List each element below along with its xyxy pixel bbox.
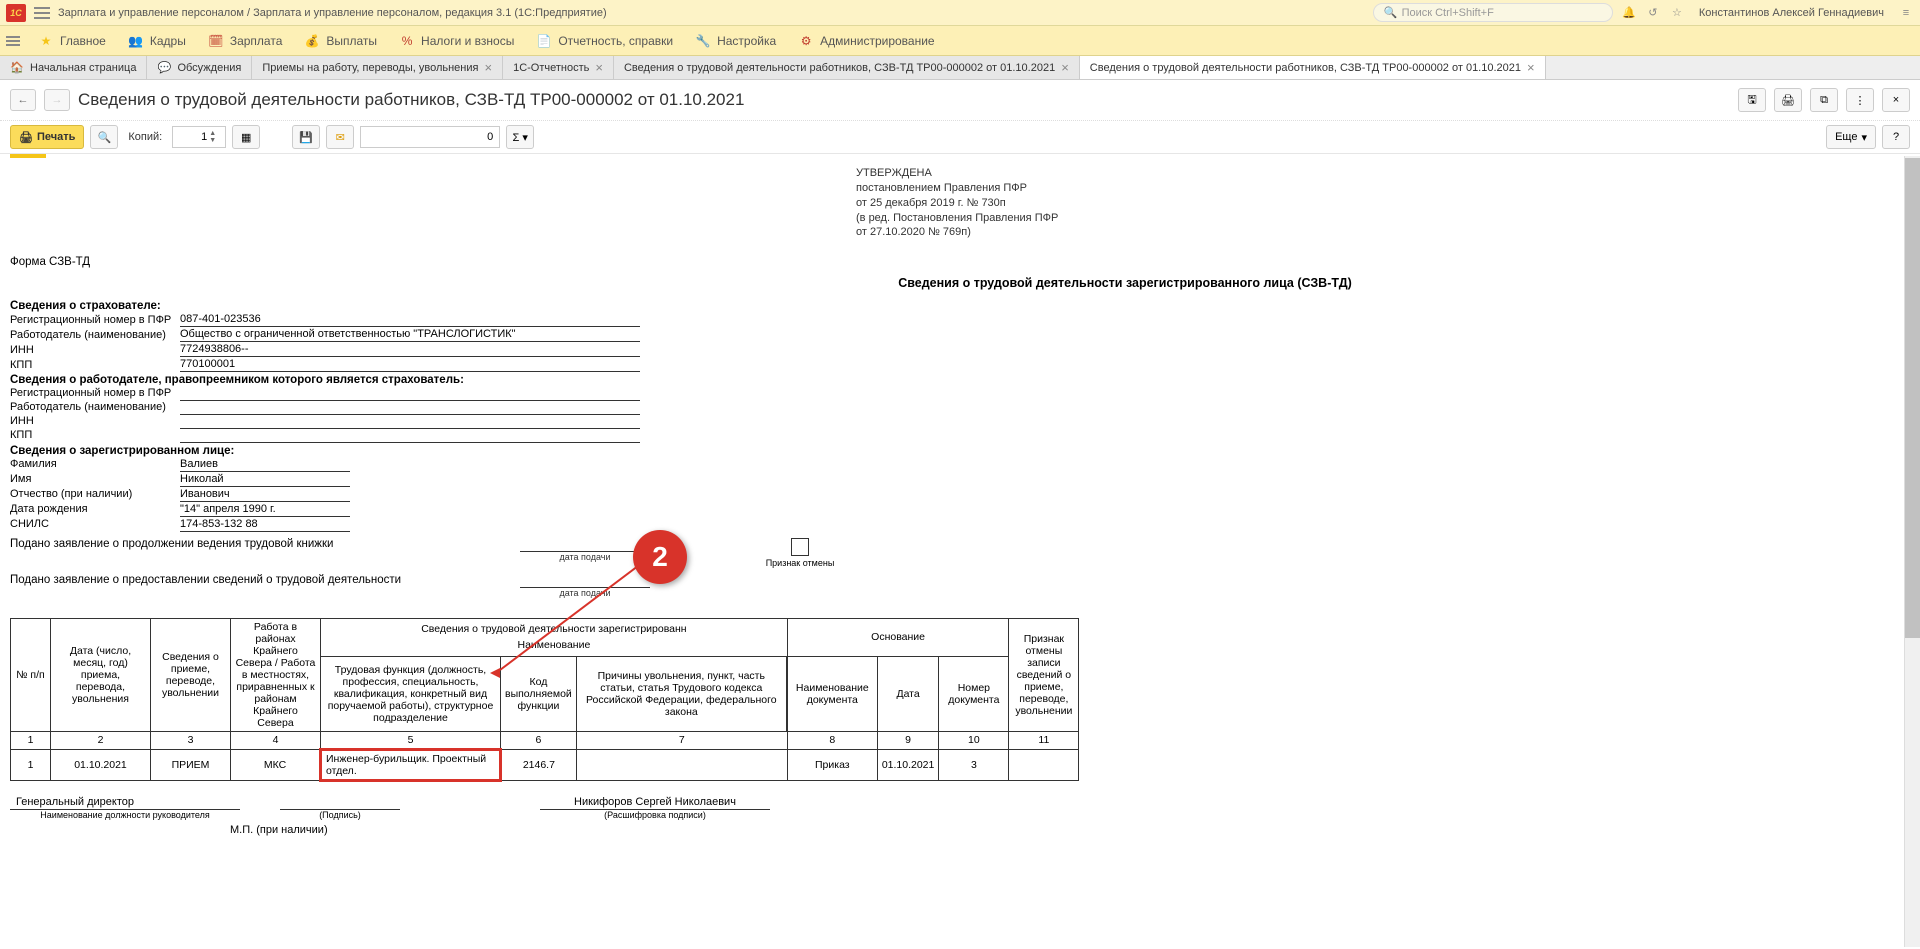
- tab-szvtd-2[interactable]: Сведения о трудовой деятельности работни…: [1080, 56, 1546, 79]
- sigma-button[interactable]: Σ ▾: [506, 125, 534, 149]
- menu-zarplata[interactable]: 🗓Зарплата: [198, 29, 293, 53]
- bell-icon[interactable]: 🔔: [1621, 5, 1637, 21]
- cancel-checkbox[interactable]: [791, 538, 809, 556]
- mail-button[interactable]: ✉: [326, 125, 354, 149]
- menu-nalogi[interactable]: %Налоги и взносы: [389, 29, 524, 53]
- mp-label: М.П. (при наличии): [230, 824, 1910, 836]
- back-button[interactable]: ←: [10, 89, 36, 111]
- statement-1: Подано заявление о продолжении ведения т…: [10, 538, 510, 550]
- menu-burger-icon[interactable]: [6, 36, 20, 46]
- close-icon[interactable]: ×: [1527, 60, 1535, 75]
- tab-szvtd-1[interactable]: Сведения о трудовой деятельности работни…: [614, 56, 1080, 79]
- director-position: Генеральный директор: [10, 796, 240, 810]
- menu-otchet[interactable]: 📄Отчетность, справки: [526, 29, 683, 53]
- section-person: Сведения о зарегистрированном лице:: [10, 445, 1910, 457]
- menu-admin[interactable]: ⚙Администрирование: [788, 29, 944, 53]
- printer-icon: 🖨: [19, 131, 33, 144]
- forward-button[interactable]: →: [44, 89, 70, 111]
- section-predecessor: Сведения о работодателе, правопреемником…: [10, 374, 1910, 386]
- more-button[interactable]: Еще ▾: [1826, 125, 1876, 149]
- star-fill-icon: ★: [38, 33, 54, 49]
- menu-vyplaty[interactable]: 💰Выплаты: [294, 29, 387, 53]
- collapse-icon[interactable]: ≡: [1898, 5, 1914, 21]
- table-row: 1 01.10.2021 ПРИЕМ МКС Инженер-бурильщик…: [11, 749, 1079, 780]
- arrow-icon: [490, 668, 500, 678]
- menu-nastroika[interactable]: 🔧Настройка: [685, 29, 786, 53]
- tab-home[interactable]: 🏠Начальная страница: [0, 56, 147, 79]
- doc-title: Сведения о трудовой деятельности зарегис…: [340, 276, 1910, 290]
- preview-button[interactable]: 🔍: [90, 125, 118, 149]
- people-icon: 👥: [128, 33, 144, 49]
- kebab-icon[interactable]: ⋮: [1846, 88, 1874, 112]
- form-name: Форма СЗВ-ТД: [10, 256, 1910, 268]
- help-button[interactable]: ?: [1882, 125, 1910, 149]
- star-icon[interactable]: ☆: [1669, 5, 1685, 21]
- section-insurer: Сведения о страхователе:: [10, 300, 1910, 312]
- close-icon[interactable]: ×: [484, 60, 492, 75]
- save-icon-button[interactable]: 🖫: [1738, 88, 1766, 112]
- percent-icon: %: [399, 33, 415, 49]
- statement-2: Подано заявление о предоставлении сведен…: [10, 574, 510, 586]
- report-icon: 📄: [536, 33, 552, 49]
- tab-1c-report[interactable]: 1С-Отчетность×: [503, 56, 614, 79]
- app-logo: 1C: [6, 4, 26, 22]
- scrollbar[interactable]: [1904, 156, 1920, 947]
- burger-icon[interactable]: [34, 7, 50, 19]
- grid-button[interactable]: ▦: [232, 125, 260, 149]
- tab-discuss[interactable]: 💬Обсуждения: [147, 56, 252, 79]
- close-page-icon[interactable]: ×: [1882, 88, 1910, 112]
- callout-badge: 2: [633, 530, 687, 584]
- user-name[interactable]: Константинов Алексей Геннадиевич: [1693, 7, 1890, 19]
- table-header-numbers: 1234567891011: [11, 731, 1079, 749]
- close-icon[interactable]: ×: [1061, 60, 1069, 75]
- highlighted-cell: Инженер-бурильщик. Проектный отдел.: [321, 749, 501, 780]
- search-icon: 🔍: [1384, 6, 1398, 19]
- calc-icon: 🗓: [208, 33, 224, 49]
- gear-icon: ⚙: [798, 33, 814, 49]
- home-icon: 🏠: [10, 61, 24, 75]
- money-icon: 💰: [304, 33, 320, 49]
- close-icon[interactable]: ×: [595, 60, 603, 75]
- search-input[interactable]: 🔍 Поиск Ctrl+Shift+F: [1373, 3, 1613, 22]
- page-title: Сведения о трудовой деятельности работни…: [78, 90, 744, 110]
- copies-label: Копий:: [128, 131, 162, 143]
- open-window-icon[interactable]: ⧉: [1810, 88, 1838, 112]
- doc-marker: [10, 154, 46, 158]
- num-field[interactable]: [360, 126, 500, 148]
- history-icon[interactable]: ↺: [1645, 5, 1661, 21]
- menu-kadry[interactable]: 👥Кадры: [118, 29, 196, 53]
- wrench-icon: 🔧: [695, 33, 711, 49]
- save-disk-button[interactable]: 💾: [292, 125, 320, 149]
- print-icon-button[interactable]: 🖨: [1774, 88, 1802, 112]
- print-button[interactable]: 🖨Печать: [10, 125, 84, 149]
- chat-icon: 💬: [157, 61, 171, 75]
- tab-priemy[interactable]: Приемы на работу, переводы, увольнения×: [252, 56, 503, 79]
- copies-stepper[interactable]: ▲▼: [172, 126, 226, 148]
- menu-home[interactable]: ★Главное: [28, 29, 116, 53]
- approved-block: УТВЕРЖДЕНА постановлением Правления ПФР …: [856, 166, 1910, 240]
- activity-table: № п/п Дата (число, месяц, год) приема, п…: [10, 618, 1079, 782]
- director-name: Никифоров Сергей Николаевич: [540, 796, 770, 810]
- window-title: Зарплата и управление персоналом / Зарпл…: [58, 7, 607, 19]
